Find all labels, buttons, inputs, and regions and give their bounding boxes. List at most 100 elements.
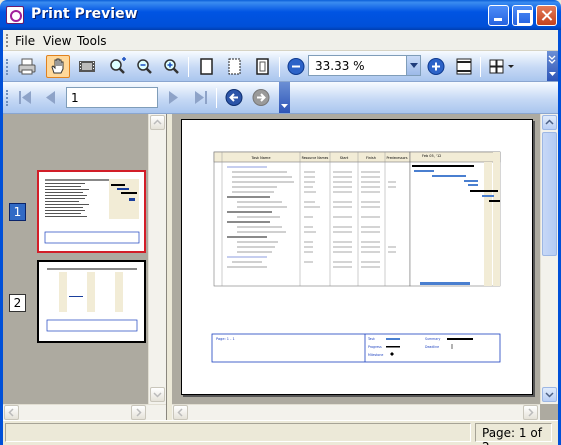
title-bar: Print Preview	[0, 0, 561, 30]
last-page-icon	[195, 91, 207, 104]
forward-arrow-icon	[252, 89, 270, 106]
scroll-down-button[interactable]	[542, 387, 557, 402]
thumbnail-page-number: 1	[9, 203, 26, 221]
scroll-left-button[interactable]	[4, 405, 19, 420]
chevron-right-icon	[136, 408, 142, 417]
gantt-page-content: Task Name Resource Names Start Finish Pr…	[211, 151, 501, 363]
zoom-select-button[interactable]	[106, 55, 130, 78]
previous-page-button[interactable]	[39, 86, 63, 109]
page-status: Page: 1 of 2	[475, 423, 552, 445]
legend-progress: Progress	[368, 345, 382, 349]
menu-view[interactable]: View	[43, 34, 71, 48]
zoom-in-icon	[427, 58, 445, 75]
gantt-timescale-label: Feb 05, '12	[422, 154, 441, 158]
first-page-button[interactable]	[13, 86, 37, 109]
thumbnail-vertical-scrollbar[interactable]	[148, 114, 166, 404]
single-page-button[interactable]	[194, 55, 218, 78]
page-number-value: 1	[71, 91, 79, 105]
thumbnail-image	[44, 179, 140, 244]
back-arrow-icon	[225, 89, 243, 106]
toolbar-grip[interactable]	[6, 59, 9, 75]
preview-vertical-scrollbar[interactable]	[540, 114, 558, 404]
chevron-down-icon	[548, 55, 556, 76]
thumbnail-pane[interactable]: 1 2	[3, 114, 167, 420]
zoom-dropdown-button[interactable]	[406, 56, 420, 75]
toolbar-separator	[216, 88, 217, 108]
thumbnail-page-number: 2	[9, 294, 26, 312]
scroll-down-button[interactable]	[150, 387, 165, 402]
multi-page-button[interactable]	[485, 55, 519, 78]
hand-tool-button[interactable]	[46, 55, 70, 78]
zoom-in-button[interactable]	[424, 55, 448, 78]
column-header-finish: Finish	[366, 156, 376, 160]
next-page-button[interactable]	[161, 86, 185, 109]
column-header-predecessors: Predecessors	[386, 156, 407, 160]
preview-horizontal-scrollbar[interactable]	[172, 404, 540, 420]
column-header-task-name: Task Name	[251, 156, 271, 160]
nav-toolbar-overflow-button[interactable]	[279, 82, 290, 113]
legend-milestone: Milestone	[368, 353, 383, 357]
scroll-up-button[interactable]	[542, 115, 557, 130]
print-button[interactable]	[15, 55, 39, 78]
chevron-down-icon	[545, 392, 554, 398]
minimize-button[interactable]	[488, 5, 509, 26]
page-number-input[interactable]: 1	[66, 87, 158, 108]
app-icon[interactable]	[6, 6, 24, 24]
printer-icon	[18, 58, 36, 75]
chevron-left-icon	[8, 408, 14, 417]
scroll-right-button[interactable]	[523, 405, 538, 420]
previous-page-icon	[46, 91, 55, 104]
legend-summary: Summary	[425, 337, 441, 341]
toolbar-separator	[480, 57, 481, 77]
preview-pane[interactable]: Task Name Resource Names Start Finish Pr…	[172, 114, 558, 420]
status-bar: Page: 1 of 2	[3, 420, 558, 445]
forward-button[interactable]	[249, 86, 273, 109]
page-outline-button[interactable]	[222, 55, 246, 78]
scroll-up-button[interactable]	[150, 115, 165, 130]
scroll-right-button[interactable]	[131, 405, 146, 420]
close-button[interactable]	[536, 5, 557, 26]
last-page-button[interactable]	[189, 86, 213, 109]
page-thumbnail-1[interactable]	[37, 170, 146, 253]
toolbar-grip[interactable]	[6, 90, 9, 106]
first-page-icon	[19, 91, 31, 104]
menu-file[interactable]: File	[15, 34, 35, 48]
chevron-left-icon	[177, 408, 183, 417]
menu-grip[interactable]	[6, 34, 9, 47]
scroll-left-button[interactable]	[173, 405, 188, 420]
zoom-out-button[interactable]	[284, 55, 308, 78]
chevron-down-icon	[153, 392, 162, 398]
chevron-up-icon	[545, 119, 554, 125]
toolbar-separator	[188, 57, 189, 77]
thumbnail-horizontal-scrollbar[interactable]	[3, 404, 166, 420]
maximize-button[interactable]	[512, 5, 533, 26]
back-button[interactable]	[222, 86, 246, 109]
footer-page-label: Page: 1 - 1	[216, 337, 235, 341]
page-setup-button[interactable]	[250, 55, 274, 78]
next-page-icon	[169, 91, 178, 104]
toolbar-separator	[279, 57, 280, 77]
zoom-in-lens-icon	[164, 59, 179, 74]
fit-width-button[interactable]	[452, 55, 476, 78]
page-setup-icon	[256, 58, 269, 75]
column-header-resource-names: Resource Names	[302, 156, 329, 160]
legend-deadline: Deadline	[425, 345, 439, 349]
menu-tools[interactable]: Tools	[77, 34, 107, 48]
page-outline-icon	[228, 58, 241, 75]
scroll-thumb[interactable]	[542, 132, 557, 256]
preview-page[interactable]: Task Name Resource Names Start Finish Pr…	[181, 119, 533, 395]
thumbnail-image	[46, 268, 138, 332]
snapshot-button[interactable]	[75, 55, 99, 78]
page-thumbnail-2[interactable]	[37, 260, 146, 343]
zoom-out-lens-button[interactable]	[133, 55, 157, 78]
multi-page-icon	[489, 59, 514, 74]
hand-icon	[51, 58, 64, 74]
column-header-start: Start	[340, 156, 349, 160]
chevron-right-icon	[528, 408, 534, 417]
zoom-in-lens-button[interactable]	[160, 55, 184, 78]
chevron-down-icon	[281, 104, 288, 108]
toolbar-overflow-button[interactable]	[547, 51, 558, 81]
zoom-combobox[interactable]: 33.33 %	[308, 55, 421, 76]
single-page-icon	[200, 58, 213, 75]
chevron-up-icon	[153, 119, 162, 125]
